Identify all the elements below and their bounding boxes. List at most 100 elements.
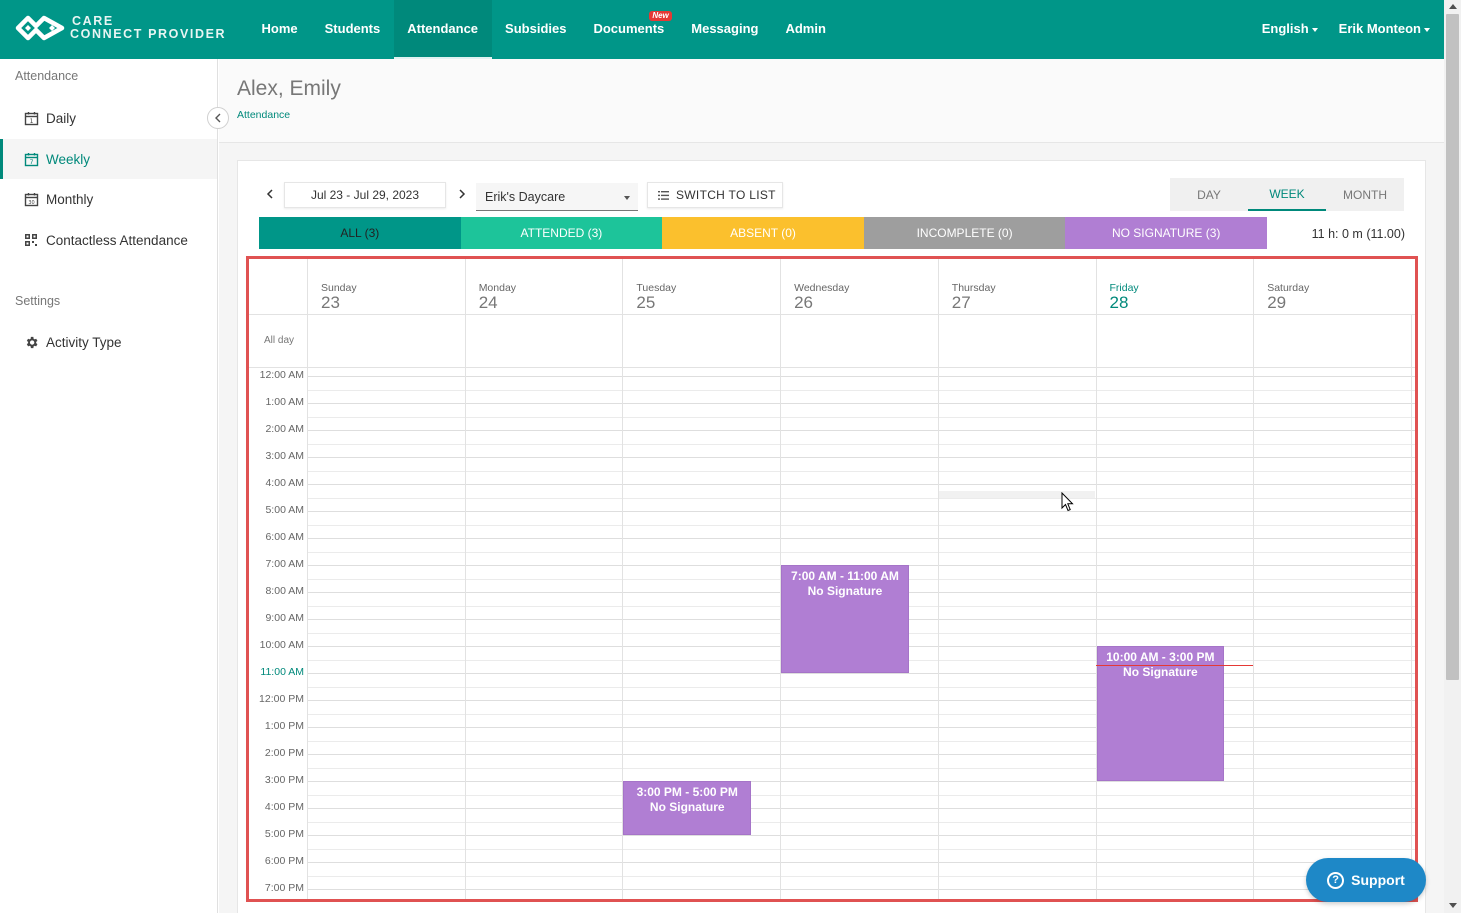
help-circle-icon: ? [1327, 871, 1345, 889]
all-day-label: All day [264, 335, 295, 346]
infinity-logo-icon [15, 15, 65, 41]
time-slot-line [307, 781, 1415, 782]
caret-down-icon [624, 196, 630, 200]
day-header-monday[interactable]: Monday 24 [464, 259, 623, 315]
location-select[interactable]: Erik's Daycare [476, 183, 638, 211]
caret-down-icon [1311, 27, 1318, 32]
view-day-button[interactable]: DAY [1170, 178, 1248, 211]
top-navbar: CARE CONNECT PROVIDER Home Students Atte… [0, 0, 1444, 59]
time-slot-line [307, 862, 1415, 863]
qr-code-icon [23, 232, 39, 248]
time-slot-line [307, 821, 1415, 823]
attendance-event[interactable]: 3:00 PM - 5:00 PM No Signature [623, 781, 752, 835]
time-label: 3:00 AM [265, 450, 304, 462]
view-week-button[interactable]: WEEK [1248, 178, 1326, 211]
attendance-event[interactable]: 10:00 AM - 3:00 PM No Signature [1096, 646, 1225, 781]
time-slot-line [307, 713, 1415, 715]
chevron-left-icon [266, 189, 273, 199]
sidebar-item-weekly[interactable]: 7 Weekly [0, 139, 217, 179]
total-hours: 11 h: 0 m (11.00) [1311, 227, 1405, 241]
filter-attended[interactable]: ATTENDED (3) [460, 217, 663, 249]
day-header-tuesday[interactable]: Tuesday 25 [622, 259, 780, 315]
sidebar-item-monthly[interactable]: 30 Monthly [0, 179, 217, 219]
date-range-display[interactable]: Jul 23 - Jul 29, 2023 [284, 182, 446, 208]
scroll-up-arrow-icon[interactable] [1449, 4, 1457, 9]
calendar-week-icon: 7 [23, 151, 39, 167]
page-scrollbar[interactable] [1444, 0, 1461, 913]
time-label: 7:00 PM [264, 882, 304, 894]
day-header-wednesday[interactable]: Wednesday 26 [780, 259, 938, 315]
nav-documents[interactable]: Documents New [580, 0, 678, 59]
time-slot-line [307, 754, 1415, 755]
switch-to-list-button[interactable]: SWITCH TO LIST [647, 182, 783, 208]
collapse-sidebar-button[interactable] [207, 107, 229, 129]
time-label: 11:00 AM [260, 666, 304, 678]
time-slot-line [307, 416, 1415, 418]
previous-week-button[interactable] [261, 185, 279, 203]
time-slot-line [307, 848, 1415, 850]
calendar-highlight-frame: Sunday 23 Monday 24 Tuesday 25 Wednesday 26 Thur… [246, 256, 1418, 902]
language-dropdown[interactable]: English [1262, 0, 1318, 59]
day-header-thursday[interactable]: Thursday 27 [937, 259, 1096, 315]
time-label: 10:00 AM [259, 639, 304, 651]
support-button[interactable]: ? Support [1306, 858, 1426, 902]
time-grid: 12:00 AM 1:00 AM 2:00 AM 3:00 AM 4:00 AM 5:00… [249, 368, 1415, 899]
top-right-menus: English Erik Monteon [1241, 0, 1430, 59]
sidebar-item-activity-type[interactable]: Activity Type [0, 322, 217, 362]
time-slot-line [307, 524, 1415, 526]
app-logo[interactable]: CARE CONNECT PROVIDER [14, 13, 226, 43]
sidebar-item-daily[interactable]: 1 Daily [0, 98, 217, 138]
time-label: 3:00 PM [264, 774, 304, 786]
all-day-divider [937, 315, 939, 368]
gear-icon [23, 334, 39, 350]
time-slot-line [307, 457, 1415, 458]
sidebar-item-label: Monthly [46, 191, 94, 207]
breadcrumb-attendance[interactable]: Attendance [237, 109, 290, 121]
view-month-button[interactable]: MONTH [1326, 178, 1404, 211]
scroll-down-arrow-icon[interactable] [1449, 903, 1457, 908]
day-header-sunday[interactable]: Sunday 23 [307, 259, 465, 315]
user-name: Erik Monteon [1338, 21, 1421, 36]
day-column-divider [1253, 368, 1255, 899]
nav-subsidies[interactable]: Subsidies [492, 0, 580, 59]
nav-messaging[interactable]: Messaging [678, 0, 772, 59]
filter-absent[interactable]: ABSENT (0) [662, 217, 864, 249]
day-column-divider [1095, 368, 1097, 899]
main-content: Alex, Emily Attendance Jul 23 - Jul 29, … [219, 59, 1444, 913]
nav-students[interactable]: Students [311, 0, 394, 59]
scrollbar-thumb[interactable] [1446, 14, 1459, 680]
view-toggle-group: DAY WEEK MONTH [1170, 178, 1404, 211]
calendar-day-headers: Sunday 23 Monday 24 Tuesday 25 Wednesday 26 Thur… [249, 259, 1415, 315]
nav-admin[interactable]: Admin [772, 0, 839, 59]
all-day-divider [780, 315, 782, 368]
time-slot-line [307, 443, 1415, 445]
support-label: Support [1351, 872, 1405, 888]
attendance-event[interactable]: 7:00 AM - 11:00 AM No Signature [781, 565, 909, 673]
event-status: No Signature [807, 584, 883, 598]
day-number: 28 [1109, 293, 1129, 312]
time-slot-line [307, 740, 1415, 742]
language-label: English [1261, 21, 1309, 36]
day-number: 23 [321, 293, 340, 312]
time-slot-line [307, 875, 1415, 877]
user-menu-dropdown[interactable]: Erik Monteon [1339, 0, 1430, 59]
filter-incomplete[interactable]: INCOMPLETE (0) [863, 217, 1066, 249]
time-label: 5:00 AM [265, 504, 304, 516]
day-header-friday[interactable]: Friday 28 [1095, 259, 1254, 315]
event-time: 7:00 AM - 11:00 AM [791, 569, 899, 583]
sidebar-item-contactless-attendance[interactable]: Contactless Attendance [0, 220, 217, 260]
filter-all[interactable]: ALL (3) [259, 217, 461, 249]
nav-documents-label: Documents [593, 21, 665, 36]
time-label: 8:00 AM [265, 585, 304, 597]
all-day-divider [307, 315, 308, 368]
nav-home[interactable]: Home [248, 0, 311, 59]
event-time: 10:00 AM - 3:00 PM [1106, 650, 1215, 664]
day-header-saturday[interactable]: Saturday 29 [1253, 259, 1411, 315]
nav-attendance[interactable]: Attendance [393, 0, 492, 59]
filter-no-signature[interactable]: NO SIGNATURE (3) [1065, 217, 1267, 249]
sidebar-item-label: Daily [46, 110, 77, 126]
day-column-divider [307, 368, 308, 899]
next-week-button[interactable] [453, 185, 471, 203]
all-day-divider [464, 315, 466, 368]
time-label: 4:00 AM [265, 477, 304, 489]
